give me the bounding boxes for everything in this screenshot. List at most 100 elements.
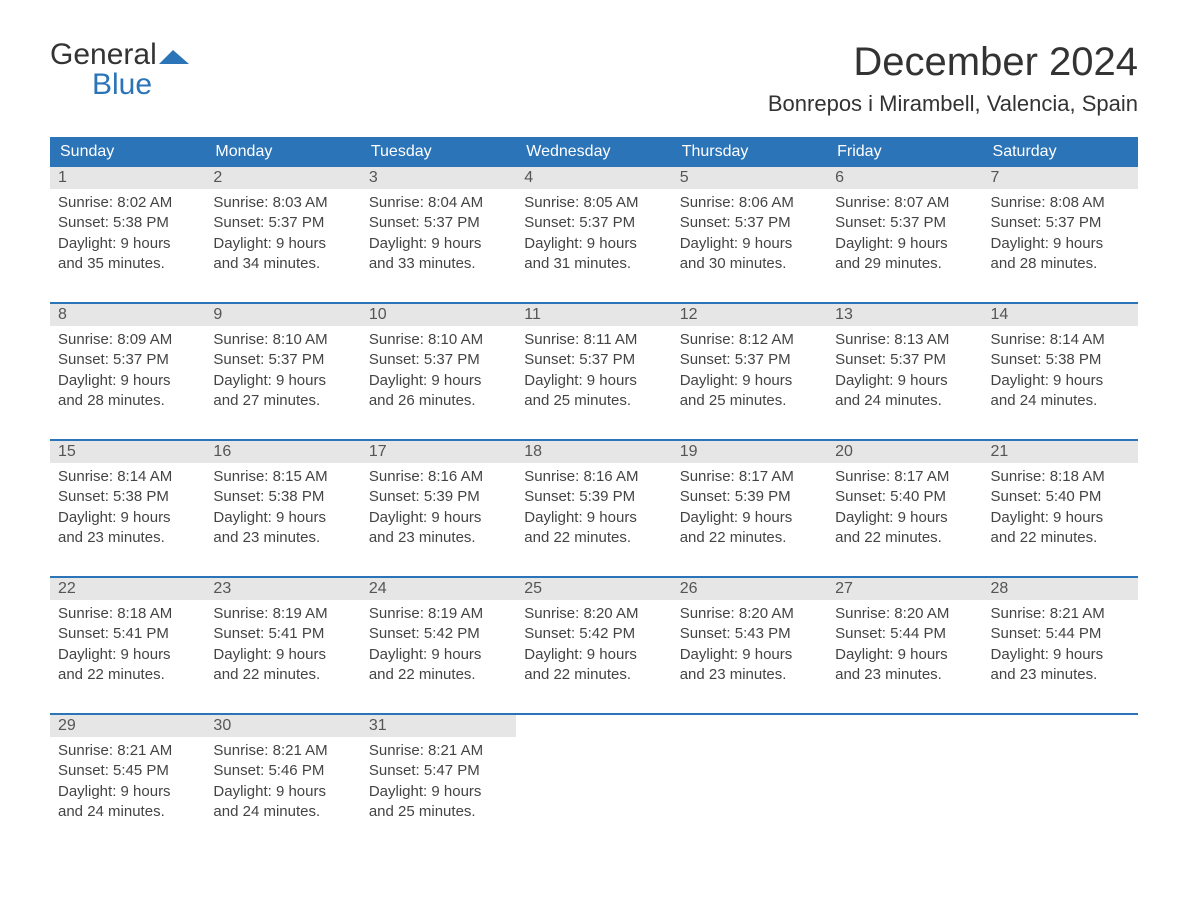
- calendar-table: Sunday Monday Tuesday Wednesday Thursday…: [50, 137, 1138, 832]
- day-info-line: Sunrise: 8:21 AM: [213, 741, 352, 761]
- day-info-line: and 24 minutes.: [835, 391, 974, 411]
- day-number-cell: 18: [516, 440, 671, 463]
- day-data-cell: Sunrise: 8:14 AMSunset: 5:38 PMDaylight:…: [50, 463, 205, 558]
- day-info-line: Daylight: 9 hours: [58, 508, 197, 528]
- day-number-cell: 24: [361, 577, 516, 600]
- day-info-line: Sunrise: 8:17 AM: [680, 467, 819, 487]
- day-info-line: Sunrise: 8:14 AM: [991, 330, 1130, 350]
- day-number-cell: 15: [50, 440, 205, 463]
- day-number-cell: 7: [983, 167, 1138, 189]
- day-info-line: Daylight: 9 hours: [58, 645, 197, 665]
- day-info-line: Daylight: 9 hours: [680, 645, 819, 665]
- location-subtitle: Bonrepos i Mirambell, Valencia, Spain: [768, 91, 1138, 117]
- day-info-line: and 26 minutes.: [369, 391, 508, 411]
- day-info-line: and 28 minutes.: [58, 391, 197, 411]
- day-number-cell: [516, 714, 671, 737]
- day-info-line: Sunset: 5:37 PM: [835, 213, 974, 233]
- day-info-line: Daylight: 9 hours: [369, 371, 508, 391]
- day-info-line: Sunrise: 8:19 AM: [369, 604, 508, 624]
- day-info-line: Daylight: 9 hours: [680, 371, 819, 391]
- day-info-line: Sunset: 5:44 PM: [991, 624, 1130, 644]
- day-number-cell: 4: [516, 167, 671, 189]
- day-number-cell: [827, 714, 982, 737]
- day-info-line: Sunrise: 8:10 AM: [213, 330, 352, 350]
- day-info-line: and 23 minutes.: [991, 665, 1130, 685]
- month-title: December 2024: [768, 40, 1138, 85]
- day-info-line: Daylight: 9 hours: [213, 508, 352, 528]
- day-info-line: Sunset: 5:40 PM: [835, 487, 974, 507]
- day-info-line: Sunset: 5:46 PM: [213, 761, 352, 781]
- day-info-line: Sunrise: 8:21 AM: [991, 604, 1130, 624]
- day-info-line: Sunset: 5:39 PM: [524, 487, 663, 507]
- day-data-cell: Sunrise: 8:19 AMSunset: 5:42 PMDaylight:…: [361, 600, 516, 695]
- day-info-line: Daylight: 9 hours: [213, 234, 352, 254]
- day-data-cell: Sunrise: 8:08 AMSunset: 5:37 PMDaylight:…: [983, 189, 1138, 284]
- day-info-line: Sunrise: 8:04 AM: [369, 193, 508, 213]
- day-info-line: Daylight: 9 hours: [369, 645, 508, 665]
- day-number-cell: 19: [672, 440, 827, 463]
- day-info-line: and 22 minutes.: [524, 528, 663, 548]
- day-info-line: Sunset: 5:38 PM: [58, 487, 197, 507]
- day-data-cell: Sunrise: 8:21 AMSunset: 5:46 PMDaylight:…: [205, 737, 360, 832]
- day-info-line: Sunset: 5:39 PM: [680, 487, 819, 507]
- logo: General Blue: [50, 40, 189, 100]
- day-info-line: Sunset: 5:39 PM: [369, 487, 508, 507]
- week-separator: [50, 558, 1138, 577]
- day-info-line: Sunset: 5:41 PM: [58, 624, 197, 644]
- dow-sunday: Sunday: [50, 137, 205, 167]
- day-data-row: Sunrise: 8:18 AMSunset: 5:41 PMDaylight:…: [50, 600, 1138, 695]
- day-number-cell: 22: [50, 577, 205, 600]
- day-info-line: and 22 minutes.: [213, 665, 352, 685]
- day-info-line: and 24 minutes.: [58, 802, 197, 822]
- day-info-line: Daylight: 9 hours: [213, 782, 352, 802]
- day-number-cell: 5: [672, 167, 827, 189]
- day-data-cell: Sunrise: 8:21 AMSunset: 5:45 PMDaylight:…: [50, 737, 205, 832]
- day-number-cell: [983, 714, 1138, 737]
- day-data-cell: Sunrise: 8:02 AMSunset: 5:38 PMDaylight:…: [50, 189, 205, 284]
- day-info-line: and 22 minutes.: [58, 665, 197, 685]
- day-number-cell: 6: [827, 167, 982, 189]
- day-number-cell: 31: [361, 714, 516, 737]
- day-info-line: and 25 minutes.: [524, 391, 663, 411]
- dow-tuesday: Tuesday: [361, 137, 516, 167]
- day-info-line: and 34 minutes.: [213, 254, 352, 274]
- day-info-line: and 23 minutes.: [213, 528, 352, 548]
- day-number-cell: 12: [672, 303, 827, 326]
- week-separator: [50, 421, 1138, 440]
- day-info-line: Daylight: 9 hours: [524, 371, 663, 391]
- day-info-line: Sunrise: 8:19 AM: [213, 604, 352, 624]
- day-info-line: Sunset: 5:38 PM: [991, 350, 1130, 370]
- day-data-row: Sunrise: 8:09 AMSunset: 5:37 PMDaylight:…: [50, 326, 1138, 421]
- week-separator: [50, 695, 1138, 714]
- day-number-cell: 23: [205, 577, 360, 600]
- day-info-line: Sunrise: 8:18 AM: [991, 467, 1130, 487]
- dow-wednesday: Wednesday: [516, 137, 671, 167]
- day-data-cell: Sunrise: 8:12 AMSunset: 5:37 PMDaylight:…: [672, 326, 827, 421]
- day-info-line: and 29 minutes.: [835, 254, 974, 274]
- day-info-line: Sunset: 5:37 PM: [680, 350, 819, 370]
- day-info-line: and 23 minutes.: [835, 665, 974, 685]
- day-info-line: Sunrise: 8:02 AM: [58, 193, 197, 213]
- day-info-line: Daylight: 9 hours: [524, 645, 663, 665]
- day-info-line: Sunset: 5:44 PM: [835, 624, 974, 644]
- day-info-line: and 27 minutes.: [213, 391, 352, 411]
- day-info-line: and 24 minutes.: [991, 391, 1130, 411]
- day-info-line: Sunrise: 8:12 AM: [680, 330, 819, 350]
- day-info-line: Daylight: 9 hours: [835, 371, 974, 391]
- day-number-row: 891011121314: [50, 303, 1138, 326]
- logo-text-blue: Blue: [92, 70, 189, 100]
- day-info-line: Sunset: 5:37 PM: [680, 213, 819, 233]
- day-info-line: and 25 minutes.: [369, 802, 508, 822]
- day-data-cell: [827, 737, 982, 832]
- day-info-line: Sunset: 5:41 PM: [213, 624, 352, 644]
- day-info-line: Daylight: 9 hours: [58, 371, 197, 391]
- day-info-line: Daylight: 9 hours: [213, 371, 352, 391]
- day-number-row: 1234567: [50, 167, 1138, 189]
- day-info-line: Sunset: 5:37 PM: [369, 213, 508, 233]
- day-info-line: Sunset: 5:42 PM: [369, 624, 508, 644]
- day-info-line: Sunrise: 8:14 AM: [58, 467, 197, 487]
- day-number-cell: 8: [50, 303, 205, 326]
- day-info-line: Sunrise: 8:21 AM: [58, 741, 197, 761]
- dow-thursday: Thursday: [672, 137, 827, 167]
- day-info-line: Sunrise: 8:16 AM: [524, 467, 663, 487]
